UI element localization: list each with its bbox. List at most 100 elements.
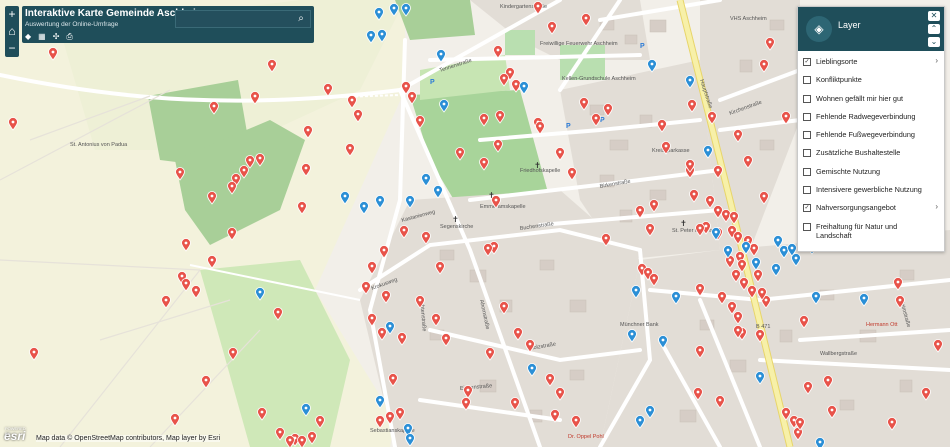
expand-chevron-icon[interactable]: › — [935, 56, 938, 65]
search-input[interactable] — [180, 12, 294, 28]
layers-tool-icon[interactable]: ◆ — [25, 32, 31, 42]
marker-dot — [304, 166, 308, 170]
map-nav-controls: + ⌂ − — [5, 6, 19, 57]
collapse-up-button[interactable]: ⌃ — [928, 24, 940, 34]
marker-dot — [936, 342, 940, 346]
marker-dot — [724, 212, 728, 216]
layer-item[interactable]: Freihaltung für Natur und Landschaft — [798, 218, 944, 242]
home-button[interactable]: ⌂ — [5, 23, 19, 40]
marker-dot — [498, 113, 502, 117]
marker-dot — [558, 150, 562, 154]
marker-dot — [522, 84, 526, 88]
marker-dot — [750, 288, 754, 292]
marker-dot — [364, 284, 368, 288]
label-vhs: VHS Aschheim — [730, 16, 767, 22]
layer-checkbox[interactable] — [803, 186, 811, 195]
marker-dot — [698, 226, 702, 230]
layer-item[interactable]: Wohnen gefällt mir hier gut — [798, 90, 944, 108]
print-tool-icon[interactable]: ⎙ — [66, 32, 72, 42]
marker-dot — [231, 350, 235, 354]
marker-dot — [418, 118, 422, 122]
marker-dot — [482, 116, 486, 120]
app-subtitle: Auswertung der Online-Umfrage — [25, 21, 119, 28]
marker-dot — [688, 78, 692, 82]
locate-tool-icon[interactable]: ✣ — [53, 32, 60, 42]
marker-dot — [732, 214, 736, 218]
marker-dot — [288, 438, 292, 442]
label-kreissparkasse: Kreissparkasse — [652, 148, 690, 154]
layer-item[interactable]: Fehlende Radwegeverbindung — [798, 108, 944, 126]
layer-item[interactable]: Intensivere gewerbliche Nutzung — [798, 181, 944, 199]
layer-item[interactable]: Konfliktpunkte — [798, 71, 944, 89]
marker-dot — [704, 224, 708, 228]
marker-dot — [258, 156, 262, 160]
label-emmeramskapelle: Emmeramskapelle — [480, 204, 526, 210]
marker-dot — [310, 434, 314, 438]
marker-dot — [698, 286, 702, 290]
marker-dot — [276, 310, 280, 314]
collapse-down-button[interactable]: ⌄ — [928, 37, 940, 47]
marker-dot — [392, 6, 396, 10]
layer-label: Intensivere gewerbliche Nutzung — [816, 185, 922, 195]
marker-dot — [270, 62, 274, 66]
marker-dot — [774, 266, 778, 270]
marker-dot — [258, 290, 262, 294]
close-panel-button[interactable]: ✕ — [928, 11, 940, 21]
marker-dot — [584, 16, 588, 20]
layer-checkbox[interactable]: ✓ — [803, 58, 811, 66]
layer-label: Nahversorgungsangebot — [816, 203, 896, 213]
marker-dot — [502, 76, 506, 80]
marker-dot — [740, 262, 744, 266]
layer-checkbox[interactable]: ✓ — [803, 204, 811, 213]
parking-icon: P — [430, 79, 435, 86]
marker-dot — [696, 390, 700, 394]
marker-dot — [424, 234, 428, 238]
marker-dot — [548, 376, 552, 380]
marker-dot — [784, 410, 788, 414]
layer-item[interactable]: ✓ Nahversorgungsangebot › — [798, 199, 944, 217]
layer-checkbox[interactable] — [803, 167, 811, 176]
expand-chevron-icon[interactable]: › — [935, 202, 938, 211]
marker-dot — [818, 440, 822, 444]
marker-dot — [640, 266, 644, 270]
basemap-tool-icon[interactable]: ▦ — [38, 32, 46, 42]
marker-dot — [442, 102, 446, 106]
layer-checkbox[interactable] — [803, 149, 811, 158]
search-icon[interactable]: ⌕ — [295, 13, 307, 25]
marker-dot — [784, 114, 788, 118]
layer-checkbox[interactable] — [803, 94, 811, 103]
marker-dot — [726, 248, 730, 252]
marker-dot — [348, 146, 352, 150]
layer-checkbox[interactable] — [803, 76, 811, 85]
marker-dot — [508, 70, 512, 74]
zoom-in-button[interactable]: + — [5, 6, 19, 23]
marker-dot — [184, 241, 188, 245]
marker-dot — [306, 128, 310, 132]
layers-icon: ◈ — [806, 16, 832, 42]
label-st-peter: St. Peter und Paul — [672, 228, 717, 234]
marker-dot — [744, 244, 748, 248]
marker-dot — [664, 144, 668, 148]
zoom-out-button[interactable]: − — [5, 40, 19, 57]
layer-checkbox[interactable] — [803, 112, 811, 121]
marker-dot — [650, 62, 654, 66]
marker-dot — [482, 160, 486, 164]
layer-item[interactable]: Zusätzliche Bushaltestelle — [798, 144, 944, 162]
layer-checkbox[interactable] — [803, 222, 811, 231]
marker-dot — [530, 366, 534, 370]
marker-dot — [380, 330, 384, 334]
layer-item[interactable]: Fehlende Fußwegeverbindung — [798, 126, 944, 144]
layer-checkbox[interactable] — [803, 131, 811, 140]
marker-dot — [692, 192, 696, 196]
marker-dot — [492, 244, 496, 248]
layer-item[interactable]: Gemischte Nutzung — [798, 163, 944, 181]
marker-dot — [716, 168, 720, 172]
marker-dot — [184, 281, 188, 285]
marker-dot — [424, 176, 428, 180]
layer-item[interactable]: ✓ Lieblingsorte › — [798, 53, 944, 71]
marker-dot — [736, 234, 740, 238]
marker-dot — [764, 298, 768, 302]
marker-dot — [516, 330, 520, 334]
marker-dot — [370, 316, 374, 320]
marker-dot — [714, 230, 718, 234]
